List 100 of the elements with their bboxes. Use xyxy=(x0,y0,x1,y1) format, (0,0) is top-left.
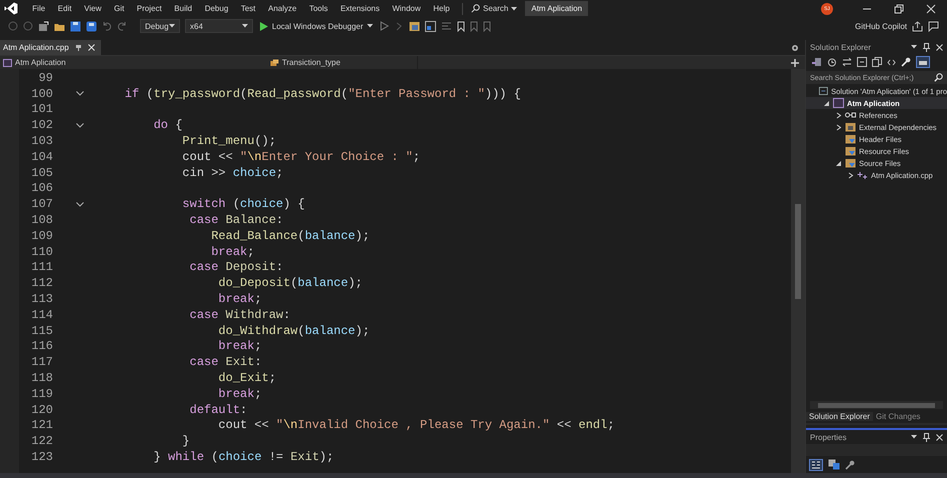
play-icon xyxy=(260,22,268,30)
code-line: break; xyxy=(217,339,262,354)
caret-icon xyxy=(242,24,248,28)
run-debugger-button[interactable]: Local Windows Debugger xyxy=(258,22,376,30)
comment-icon[interactable] xyxy=(441,20,452,32)
line-number: 99 xyxy=(38,70,53,85)
menu-item[interactable]: Debug xyxy=(198,4,235,13)
project-icon xyxy=(833,98,844,108)
code-line: case Balance: xyxy=(188,213,284,228)
save-all-icon[interactable] xyxy=(86,20,97,32)
line-number: 114 xyxy=(30,308,53,322)
code-line: } xyxy=(181,434,190,448)
fold-chevron-icon[interactable] xyxy=(76,122,84,128)
collapse-arrow-icon[interactable] xyxy=(834,160,842,166)
fold-chevron-icon[interactable] xyxy=(76,202,84,207)
pin-icon[interactable] xyxy=(923,432,930,442)
wrench-icon[interactable] xyxy=(901,57,911,67)
code-icon[interactable] xyxy=(887,58,896,66)
code-line: case Exit: xyxy=(188,355,262,370)
line-number: 107 xyxy=(30,197,53,212)
menu-item[interactable]: Analyze xyxy=(262,4,303,13)
close-icon[interactable] xyxy=(936,44,943,50)
categorized-icon[interactable] xyxy=(809,458,823,470)
menu-item[interactable]: Help xyxy=(426,4,456,13)
menu-item[interactable]: File xyxy=(26,4,52,13)
copilot-button[interactable]: GitHub Copilot xyxy=(840,22,907,30)
line-number: 118 xyxy=(30,371,53,386)
member-dropdown[interactable]: Transiction_type xyxy=(267,56,415,69)
close-icon[interactable] xyxy=(936,434,943,440)
play-outline-icon[interactable] xyxy=(380,21,390,31)
code-line: } while (choice != Exit); xyxy=(152,450,334,464)
close-icon[interactable] xyxy=(88,44,95,51)
layout-icon[interactable] xyxy=(425,20,436,32)
window-title: Atm Aplication xyxy=(525,1,588,16)
filter-folder-icon xyxy=(845,158,856,168)
line-number: 111 xyxy=(30,260,53,274)
menu-item[interactable]: View xyxy=(78,4,108,13)
filter-folder-icon xyxy=(845,134,856,144)
panel-tab[interactable]: Git Changes xyxy=(872,412,924,420)
window-icon[interactable] xyxy=(409,20,420,32)
code-line: cin >> choice; xyxy=(181,166,284,180)
bookmark-icon[interactable] xyxy=(457,20,466,32)
code-line: default: xyxy=(188,402,248,417)
horizontal-scrollbar[interactable] xyxy=(810,401,943,409)
cpp-file-icon xyxy=(857,170,868,180)
feedback-icon[interactable] xyxy=(928,20,939,32)
search-icon xyxy=(934,73,943,82)
project-icon xyxy=(3,58,12,66)
share-icon[interactable] xyxy=(912,20,923,32)
sync-icon[interactable] xyxy=(842,58,852,66)
gear-icon[interactable] xyxy=(791,44,799,52)
collapse-all-icon[interactable] xyxy=(857,57,867,67)
wrench-icon[interactable] xyxy=(845,460,855,470)
line-number: 123 xyxy=(30,450,53,464)
menu-item[interactable]: Git xyxy=(108,4,130,13)
references-icon xyxy=(845,111,856,119)
switch-views-icon[interactable] xyxy=(812,57,822,67)
caret-icon[interactable] xyxy=(911,45,917,49)
filter-folder-icon xyxy=(845,146,856,156)
line-number: 110 xyxy=(30,244,53,259)
history-icon[interactable] xyxy=(827,57,837,67)
preview-icon[interactable] xyxy=(916,56,930,68)
menu-item[interactable]: Window xyxy=(386,4,427,13)
menu-item[interactable]: Test xyxy=(234,4,262,13)
line-number: 121 xyxy=(30,418,53,432)
collapse-arrow-icon[interactable] xyxy=(822,100,830,106)
line-number: 106 xyxy=(30,181,53,196)
save-icon[interactable] xyxy=(70,20,81,32)
caret-icon xyxy=(511,6,518,10)
new-project-icon[interactable] xyxy=(38,20,49,32)
pin-icon[interactable] xyxy=(923,42,930,52)
configuration-dropdown[interactable]: Debug xyxy=(140,19,180,33)
alphabetical-icon[interactable] xyxy=(828,459,840,470)
platform-dropdown[interactable]: x64 xyxy=(185,19,253,33)
document-tab[interactable]: Atm Aplication.cpp xyxy=(0,40,101,55)
menu-item[interactable]: Edit xyxy=(51,4,78,13)
vertical-scrollbar[interactable] xyxy=(791,69,805,473)
line-number: 103 xyxy=(30,134,53,148)
pin-icon[interactable] xyxy=(74,44,82,51)
code-line: break; xyxy=(210,244,254,259)
undo-icon[interactable] xyxy=(102,21,112,31)
close-icon[interactable] xyxy=(926,4,936,14)
menu-item[interactable]: Tools xyxy=(302,4,334,13)
redo-icon[interactable] xyxy=(117,21,127,31)
plus-icon[interactable] xyxy=(791,58,799,66)
code-line: do_Deposit(balance); xyxy=(217,276,362,290)
fold-chevron-icon[interactable] xyxy=(76,91,84,96)
menu-item[interactable]: Extensions xyxy=(334,4,386,13)
code-line: do_Withdraw(balance); xyxy=(217,324,370,338)
panel-tab[interactable]: Solution Explorer xyxy=(806,412,873,420)
caret-icon[interactable] xyxy=(911,435,917,439)
menu-item[interactable]: Build xyxy=(168,4,198,13)
search-button[interactable]: Search xyxy=(469,4,526,13)
restore-icon[interactable] xyxy=(894,4,904,14)
caret-icon xyxy=(367,24,374,28)
code-line: do_Exit; xyxy=(217,371,276,386)
menu-item[interactable]: Project xyxy=(130,4,168,13)
line-number: 116 xyxy=(30,339,53,354)
project-dropdown[interactable]: Atm Aplication xyxy=(0,56,265,69)
copy-icon[interactable] xyxy=(872,57,882,67)
